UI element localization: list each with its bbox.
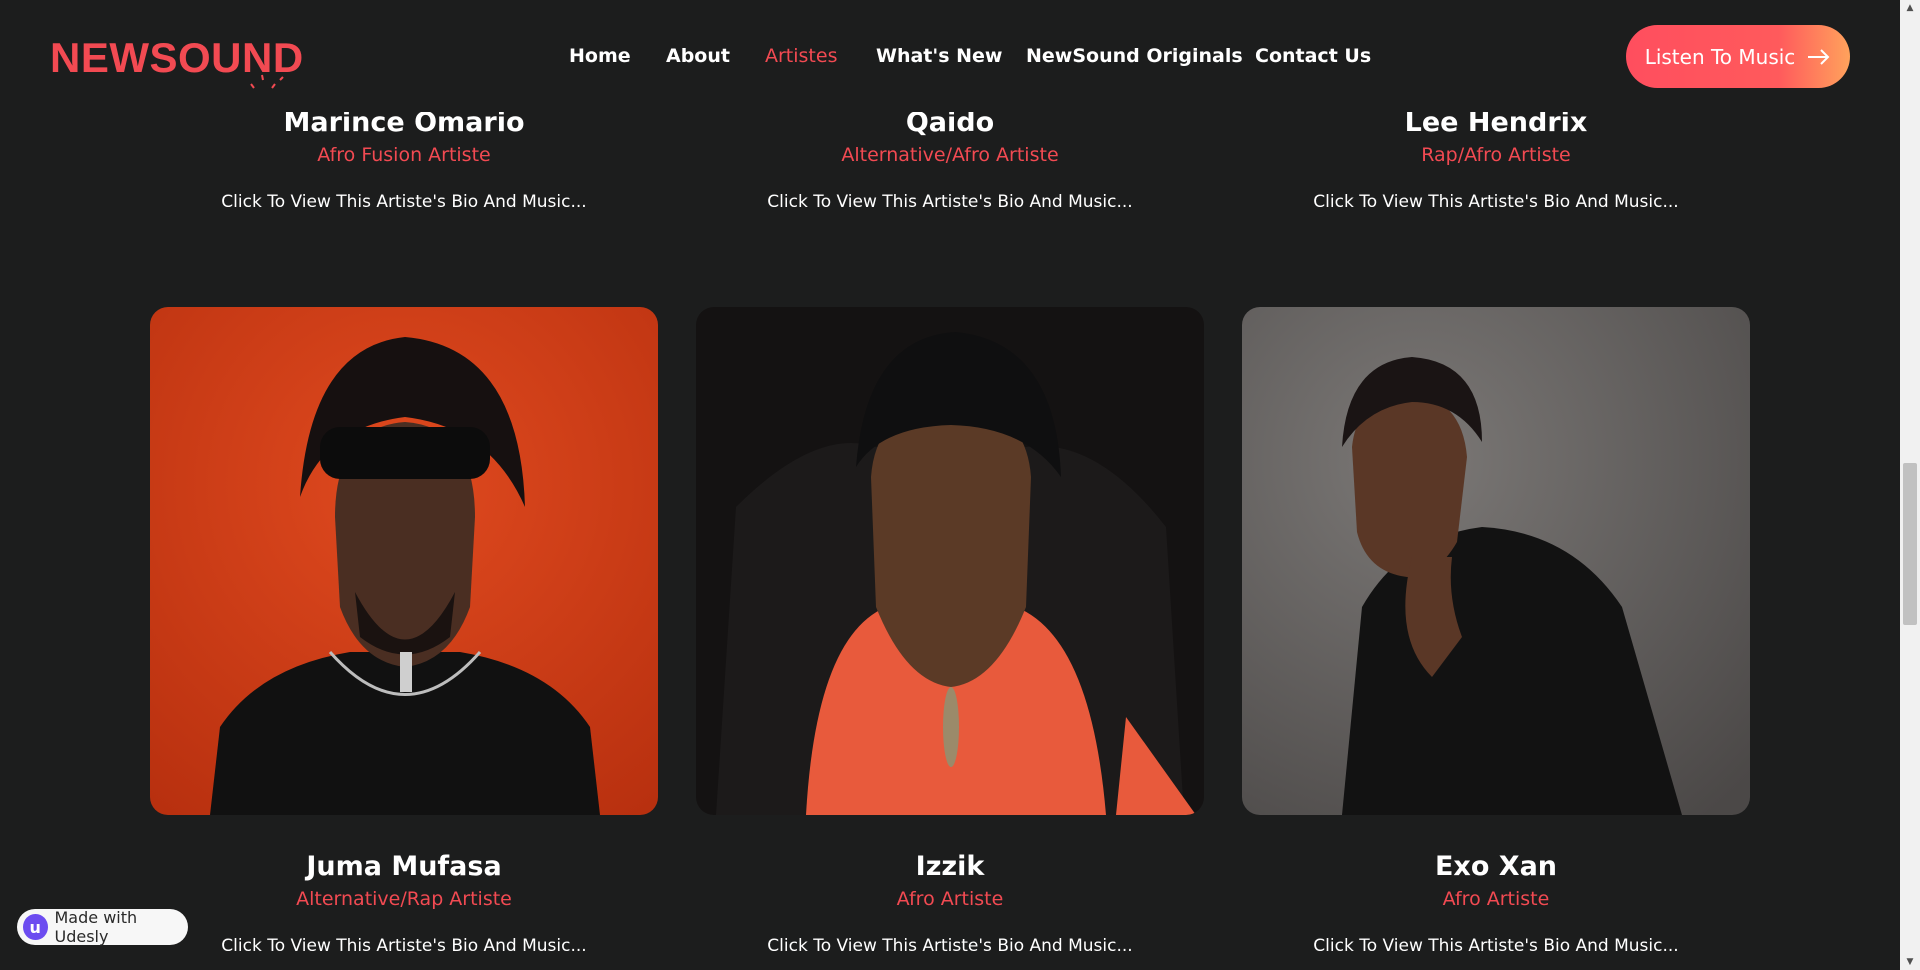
nav-contact-us[interactable]: Contact Us xyxy=(1255,45,1371,67)
artist-card-marince-omario[interactable]: Marince Omario Afro Fusion Artiste Click… xyxy=(150,106,658,213)
artist-card-lee-hendrix[interactable]: Lee Hendrix Rap/Afro Artiste Click To Vi… xyxy=(1242,106,1750,213)
badge-label: Made with Udesly xyxy=(54,908,138,946)
scroll-down-arrow-icon[interactable]: ▼ xyxy=(1900,954,1920,970)
artist-name: Juma Mufasa xyxy=(306,851,502,882)
made-with-udesly-badge[interactable]: u Made with Udesly xyxy=(17,908,188,946)
artist-genre: Alternative/Rap Artiste xyxy=(296,888,512,910)
main-nav: Home About Artistes What's New NewSound … xyxy=(0,45,1900,71)
nav-newsound-originals[interactable]: NewSound Originals xyxy=(1026,45,1243,67)
scroll-thumb[interactable] xyxy=(1903,463,1917,625)
artist-photo-juma-mufasa[interactable] xyxy=(150,307,658,815)
artist-card-qaido[interactable]: Qaido Alternative/Afro Artiste Click To … xyxy=(696,106,1204,213)
artist-genre: Rap/Afro Artiste xyxy=(1421,144,1571,166)
artist-card-izzik[interactable]: Izzik Afro Artiste Click To View This Ar… xyxy=(696,850,1204,957)
artist-bio-link[interactable]: Click To View This Artiste's Bio And Mus… xyxy=(150,191,658,213)
site-header: NEWSOUND Home About Artistes What's New … xyxy=(0,0,1900,112)
artist-genre: Afro Fusion Artiste xyxy=(317,144,491,166)
artist-genre: Afro Artiste xyxy=(1442,888,1550,910)
artist-bio-link[interactable]: Click To View This Artiste's Bio And Mus… xyxy=(150,935,658,957)
listen-to-music-button[interactable]: Listen To Music xyxy=(1626,25,1850,88)
nav-artistes[interactable]: Artistes xyxy=(765,45,837,67)
artist-name: Exo Xan xyxy=(1434,851,1558,882)
nav-about[interactable]: About xyxy=(666,45,730,67)
arrow-right-icon xyxy=(1808,48,1830,65)
artist-bio-link[interactable]: Click To View This Artiste's Bio And Mus… xyxy=(1242,191,1750,213)
artist-card-juma-mufasa[interactable]: Juma Mufasa Alternative/Rap Artiste Clic… xyxy=(150,850,658,957)
artist-genre: Afro Artiste xyxy=(896,888,1004,910)
nav-home[interactable]: Home xyxy=(569,45,631,67)
nav-whats-new[interactable]: What's New xyxy=(876,45,1002,67)
artist-card-exo-xan[interactable]: Exo Xan Afro Artiste Click To View This … xyxy=(1242,850,1750,957)
logo-sound-rays-icon xyxy=(250,74,284,89)
artist-bio-link[interactable]: Click To View This Artiste's Bio And Mus… xyxy=(696,935,1204,957)
page-scrollbar[interactable]: ▲ ▼ xyxy=(1900,0,1920,970)
artist-bio-link[interactable]: Click To View This Artiste's Bio And Mus… xyxy=(1242,935,1750,957)
artist-photo-exo-xan[interactable] xyxy=(1242,307,1750,815)
scroll-up-arrow-icon[interactable]: ▲ xyxy=(1900,0,1920,16)
artist-genre: Alternative/Afro Artiste xyxy=(841,144,1059,166)
udesly-icon: u xyxy=(23,914,48,940)
artist-photo-izzik[interactable] xyxy=(696,307,1204,815)
artist-name: Izzik xyxy=(915,851,985,882)
cta-label: Listen To Music xyxy=(1644,44,1796,69)
artist-bio-link[interactable]: Click To View This Artiste's Bio And Mus… xyxy=(696,191,1204,213)
